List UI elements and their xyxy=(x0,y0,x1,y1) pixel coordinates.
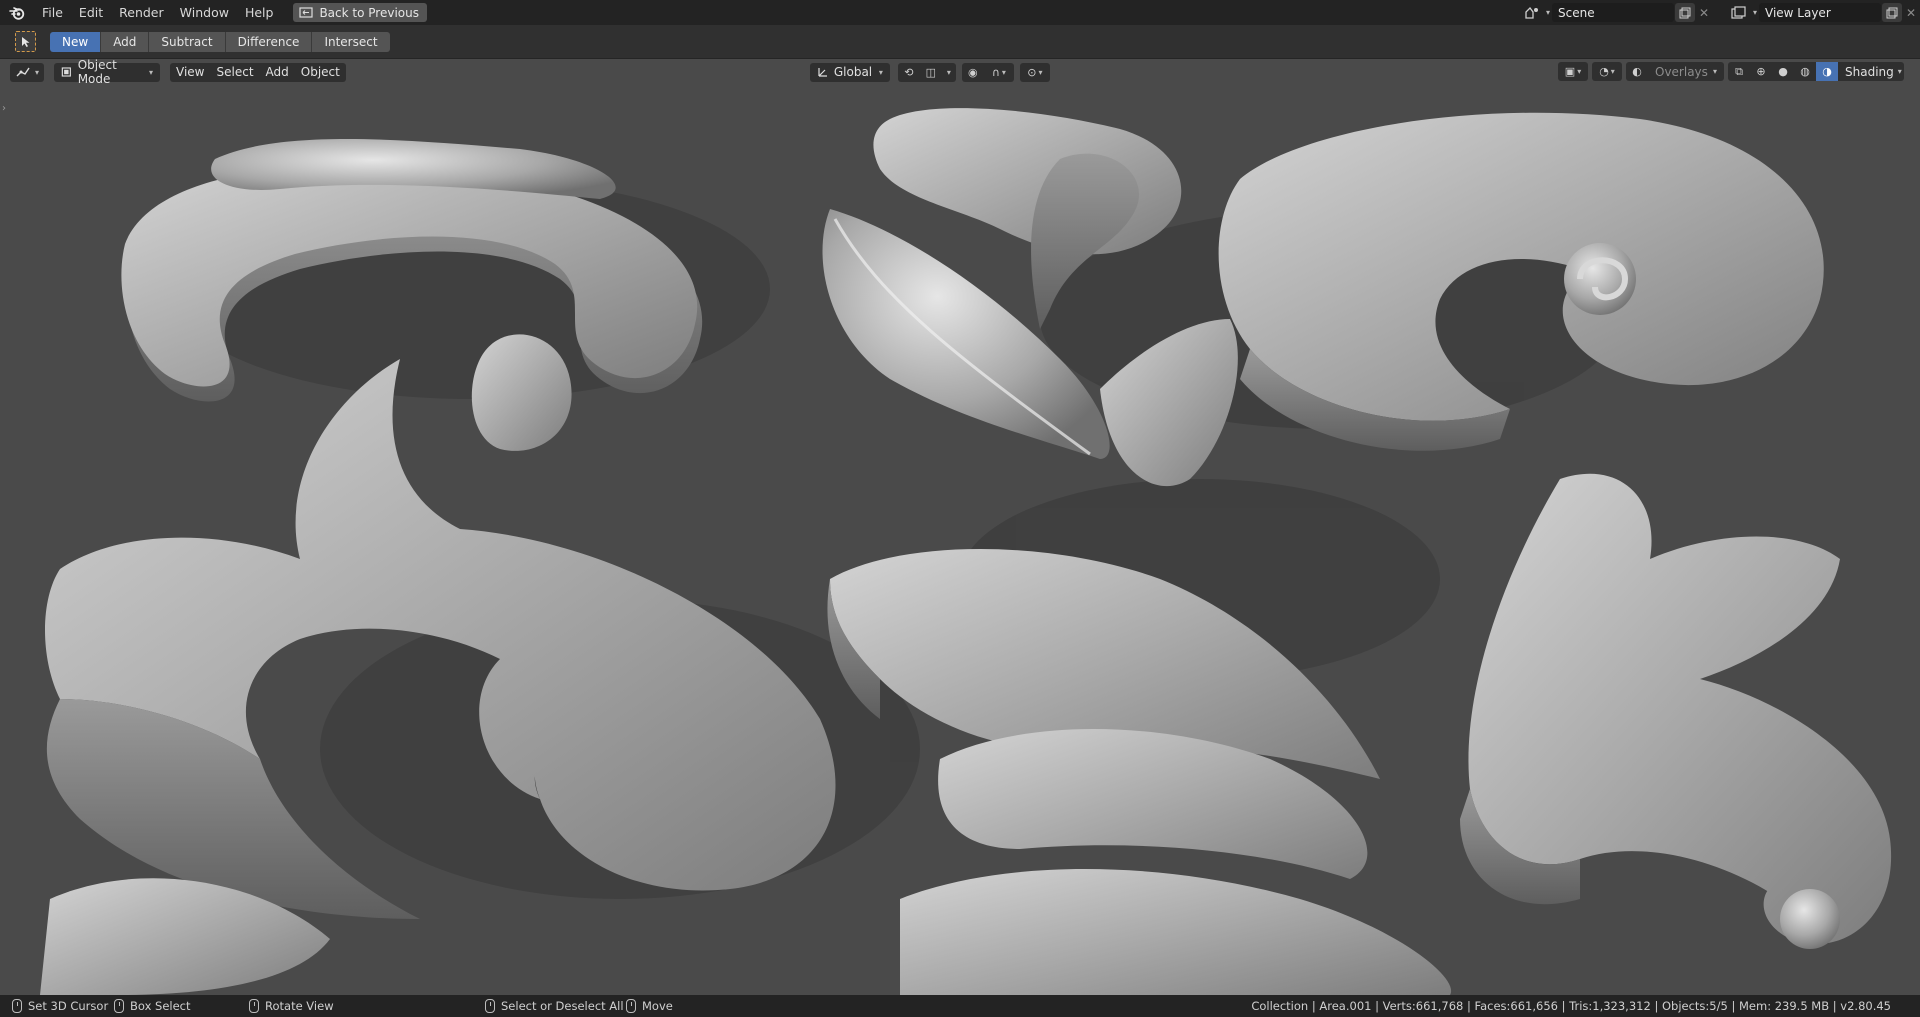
editor-type-icon xyxy=(16,67,30,77)
menu-select[interactable]: Select xyxy=(210,62,260,82)
menu-add[interactable]: Add xyxy=(259,62,295,82)
back-to-previous-button[interactable]: Back to Previous xyxy=(293,3,427,22)
xray-toggle-icon[interactable]: ⧉ xyxy=(1728,62,1750,81)
wireframe-shading-icon[interactable]: ⊕ xyxy=(1750,62,1772,81)
status-bar: Set 3D Cursor Box Select Rotate View Sel… xyxy=(0,995,1920,1017)
mouse-right-icon xyxy=(485,999,495,1013)
status-box-select: Box Select xyxy=(114,999,191,1013)
view-layer-selector-button[interactable]: ▾ xyxy=(1729,3,1759,22)
scene-statistics: Collection | Area.001 | Verts:661,768 | … xyxy=(1251,999,1891,1013)
duplicate-icon xyxy=(1886,7,1898,18)
chevron-down-icon: ▾ xyxy=(149,67,154,77)
overlays-dropdown[interactable]: Overlays ▾ xyxy=(1648,62,1724,81)
close-scene-icon[interactable]: ✕ xyxy=(1695,3,1713,22)
scene-selector-button[interactable]: ▾ xyxy=(1522,3,1552,22)
mouse-left-icon xyxy=(12,999,22,1013)
transform-orientation-dropdown[interactable]: Global ▾ xyxy=(809,62,890,82)
mode-intersect-button[interactable]: Intersect xyxy=(312,31,390,52)
pivot-controls: ⟲ ◫ ▾ xyxy=(897,62,956,82)
mouse-middle-icon xyxy=(249,999,259,1013)
status-move-label: Move xyxy=(642,999,673,1013)
back-screen-icon xyxy=(299,6,314,18)
cursor-select-icon xyxy=(21,36,29,47)
menu-edit[interactable]: Edit xyxy=(71,0,111,25)
duplicate-icon xyxy=(1679,7,1691,18)
global-axes-icon xyxy=(818,68,827,77)
orientation-label: Global xyxy=(833,65,873,79)
close-view-layer-icon[interactable]: ✕ xyxy=(1902,3,1920,22)
chevron-down-icon: ▾ xyxy=(878,67,883,77)
proportional-controls: ◉ ∩ ▾ xyxy=(961,62,1014,82)
snap-chevron-icon[interactable]: ▾ xyxy=(941,62,956,82)
solid-shading-icon[interactable]: ● xyxy=(1772,62,1794,81)
menu-render[interactable]: Render xyxy=(111,0,172,25)
pivot-point-icon[interactable]: ⟲ xyxy=(897,62,920,82)
status-select-all-label: Select or Deselect All xyxy=(501,999,624,1013)
falloff-curve-icon[interactable]: ∩ ▾ xyxy=(983,62,1014,82)
view-object-types-icon[interactable]: ▣ ▾ xyxy=(1558,62,1588,81)
menu-object[interactable]: Object xyxy=(294,62,346,82)
scene-name-field[interactable]: Scene xyxy=(1552,3,1674,22)
object-mode-dropdown[interactable]: Object Mode ▾ xyxy=(54,59,161,86)
view-layer-icon xyxy=(1731,5,1746,19)
chevron-down-icon: ▾ xyxy=(1752,8,1757,17)
viewport-header: ▾ Object Mode ▾ View Select Add Object G… xyxy=(0,59,1920,86)
mouse-right-drag-icon xyxy=(626,999,636,1013)
overlays-label: Overlays xyxy=(1655,64,1708,79)
object-mode-icon xyxy=(61,67,71,77)
new-scene-button[interactable] xyxy=(1675,3,1695,22)
chevron-down-icon: ▾ xyxy=(1545,8,1550,17)
mode-add-button[interactable]: Add xyxy=(101,31,150,52)
view-layer-name-field[interactable]: View Layer xyxy=(1759,3,1881,22)
mode-subtract-button[interactable]: Subtract xyxy=(149,31,226,52)
top-menu-bar: File Edit Render Window Help Back to Pre… xyxy=(0,0,1920,25)
mouse-drag-icon xyxy=(114,999,124,1013)
chevron-down-icon: ▾ xyxy=(1712,67,1717,76)
snap-toggle-icon[interactable]: ◫ xyxy=(919,62,942,82)
overlays-toggle-icon[interactable]: ◐ xyxy=(1626,62,1648,81)
shading-dropdown[interactable]: Shading ▾ xyxy=(1838,62,1904,81)
menu-view[interactable]: View xyxy=(170,62,211,82)
status-select-all: Select or Deselect All xyxy=(485,999,624,1013)
object-mode-label: Object Mode xyxy=(77,59,117,86)
blender-logo-icon[interactable] xyxy=(0,0,34,25)
material-shading-icon[interactable]: ◍ xyxy=(1794,62,1816,81)
menu-file[interactable]: File xyxy=(34,0,71,25)
gizmo-visibility-icon[interactable]: ◔ ▾ xyxy=(1592,62,1622,81)
shading-label: Shading xyxy=(1845,64,1894,79)
menu-help[interactable]: Help xyxy=(237,0,282,25)
chevron-down-icon: ▾ xyxy=(35,67,40,77)
scene-icon xyxy=(1525,6,1538,19)
status-box-select-label: Box Select xyxy=(130,999,191,1013)
selection-mode-group: New Add Subtract Difference Intersect xyxy=(50,31,390,52)
viewport-right-controls: ▣ ▾ ◔ ▾ ◐ Overlays ▾ ⧉ ⊕ ● ◍ ◑ Shading ▾ xyxy=(1558,62,1906,81)
rendered-shading-icon[interactable]: ◑ xyxy=(1816,62,1838,81)
editor-type-button[interactable]: ▾ xyxy=(10,62,45,82)
mode-new-button[interactable]: New xyxy=(50,31,102,52)
3d-viewport[interactable]: ▾ Object Mode ▾ View Select Add Object G… xyxy=(0,59,1920,995)
toolbar-expand-icon[interactable]: › xyxy=(2,103,6,114)
viewport-menus: View Select Add Object xyxy=(170,62,346,82)
chevron-down-icon: ▾ xyxy=(1897,67,1902,76)
object-gizmo-icon[interactable]: ⊙ ▾ xyxy=(1019,62,1050,82)
viewport-render-scene xyxy=(0,59,1920,995)
status-move: Move xyxy=(626,999,673,1013)
mode-difference-button[interactable]: Difference xyxy=(225,31,313,52)
status-set-3d-cursor: Set 3D Cursor xyxy=(12,999,108,1013)
new-view-layer-button[interactable] xyxy=(1882,3,1902,22)
proportional-editing-icon[interactable]: ◉ xyxy=(961,62,984,82)
tool-settings-header: New Add Subtract Difference Intersect xyxy=(0,25,1920,59)
status-set-3d-cursor-label: Set 3D Cursor xyxy=(28,999,109,1013)
status-rotate-view-label: Rotate View xyxy=(265,999,334,1013)
active-tool-button[interactable] xyxy=(15,31,36,52)
back-to-previous-label: Back to Previous xyxy=(319,5,419,20)
menu-window[interactable]: Window xyxy=(172,0,237,25)
status-rotate-view: Rotate View xyxy=(249,999,334,1013)
